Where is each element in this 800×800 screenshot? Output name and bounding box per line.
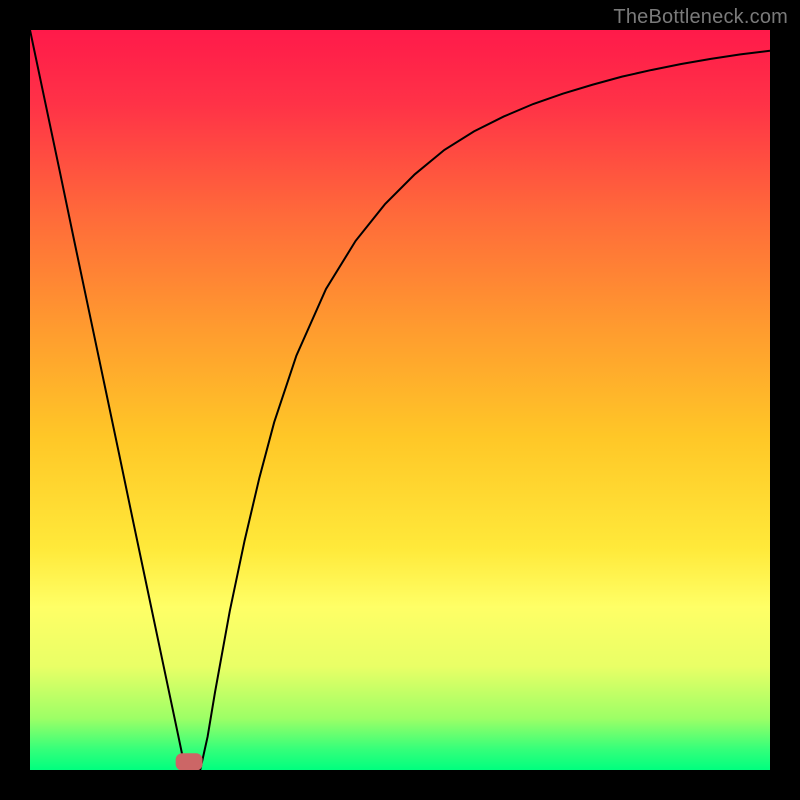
plot-area	[30, 30, 770, 770]
optimal-marker	[176, 754, 202, 770]
chart-svg	[30, 30, 770, 770]
watermark-text: TheBottleneck.com	[613, 6, 788, 29]
gradient-background	[30, 30, 770, 770]
chart-frame: TheBottleneck.com	[0, 0, 800, 800]
